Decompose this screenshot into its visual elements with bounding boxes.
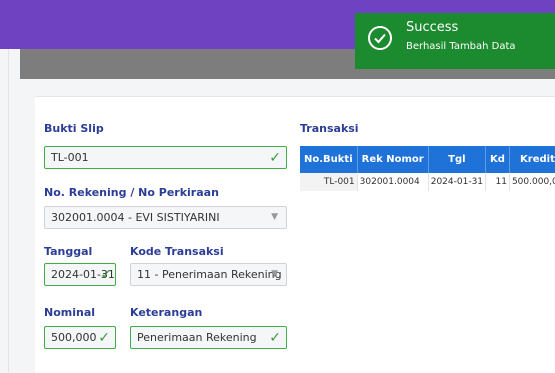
- cell-rek-nomor: 302001.0004: [357, 173, 429, 191]
- rekening-value: 302001.0004 - EVI SISTIYARINI: [51, 211, 220, 224]
- col-kd[interactable]: Kd: [485, 146, 510, 173]
- check-icon: ✓: [269, 330, 281, 346]
- transaksi-table: No.Bukti Rek Nomor Tgl Kd Kredit TL-001 …: [300, 146, 555, 191]
- nominal-input[interactable]: 500,000 ✓: [44, 326, 116, 349]
- toast-title: Success: [406, 20, 459, 35]
- bukti-slip-input[interactable]: TL-001 ✓: [44, 146, 287, 169]
- col-rek-nomor[interactable]: Rek Nomor: [357, 146, 429, 173]
- kode-transaksi-label: Kode Transaksi: [130, 245, 224, 258]
- chevron-down-icon: ▼: [271, 212, 278, 222]
- cell-no-bukti: TL-001: [300, 173, 358, 191]
- rekening-label: No. Rekening / No Perkiraan: [44, 186, 219, 199]
- nominal-label: Nominal: [44, 306, 96, 319]
- bukti-slip-value: TL-001: [51, 151, 89, 164]
- transaksi-title: Transaksi: [300, 122, 359, 135]
- check-icon: ✓: [98, 330, 110, 346]
- tanggal-label: Tanggal: [44, 245, 93, 258]
- transaksi-table-wrap: No.Bukti Rek Nomor Tgl Kd Kredit TL-001 …: [300, 146, 555, 191]
- table-header-row: No.Bukti Rek Nomor Tgl Kd Kredit: [300, 146, 555, 173]
- rekening-select[interactable]: 302001.0004 - EVI SISTIYARINI ▼: [44, 206, 287, 229]
- success-toast[interactable]: Success Berhasil Tambah Data: [355, 13, 555, 69]
- nominal-value: 500,000: [51, 331, 97, 344]
- tanggal-input[interactable]: 2024-01-31 ✓: [44, 263, 116, 286]
- col-no-bukti[interactable]: No.Bukti: [300, 146, 358, 173]
- table-row[interactable]: TL-001 302001.0004 2024-01-31 11 500.000…: [300, 173, 555, 191]
- check-circle-icon: [368, 26, 392, 50]
- kode-transaksi-select[interactable]: 11 - Penerimaan Rekening ▼: [130, 263, 287, 286]
- check-icon: ✓: [100, 267, 112, 283]
- toast-message: Berhasil Tambah Data: [406, 41, 516, 52]
- left-sidebar-edge: [0, 49, 9, 372]
- keterangan-label: Keterangan: [130, 306, 203, 319]
- check-icon: ✓: [269, 150, 281, 166]
- keterangan-input[interactable]: Penerimaan Rekening ✓: [130, 326, 287, 349]
- kode-transaksi-value: 11 - Penerimaan Rekening: [137, 268, 282, 281]
- cell-kredit: 500.000,00: [509, 173, 555, 191]
- keterangan-value: Penerimaan Rekening: [137, 331, 257, 344]
- col-tgl[interactable]: Tgl: [428, 146, 487, 173]
- col-kredit[interactable]: Kredit: [509, 146, 555, 173]
- cell-kd: 11: [485, 173, 510, 191]
- bukti-slip-label: Bukti Slip: [44, 122, 104, 135]
- cell-tgl: 2024-01-31: [428, 173, 487, 191]
- chevron-down-icon: ▼: [271, 269, 278, 279]
